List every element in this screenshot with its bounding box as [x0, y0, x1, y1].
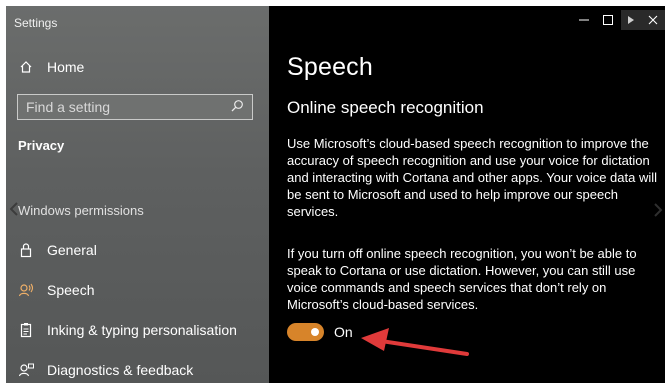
close-icon[interactable]: [641, 10, 665, 30]
category-heading: Privacy: [18, 138, 65, 153]
section-title: Online speech recognition: [287, 98, 484, 117]
speech-recognition-toggle[interactable]: [287, 323, 324, 341]
window-controls: [573, 10, 665, 30]
search-box[interactable]: Find a setting: [17, 94, 253, 120]
search-placeholder: Find a setting: [26, 99, 111, 115]
feedback-icon: [18, 362, 34, 378]
warning-paragraph: If you turn off online speech recognitio…: [287, 246, 637, 312]
home-label: Home: [47, 59, 85, 75]
scroll-right-icon[interactable]: [653, 202, 663, 218]
sidebar-item-label: General: [47, 242, 97, 258]
minimize-icon[interactable]: [573, 10, 595, 30]
search-icon[interactable]: [230, 99, 244, 116]
sidebar-item-speech[interactable]: Speech: [6, 275, 269, 305]
home-icon: [18, 59, 34, 75]
settings-window: Settings Home Find a setting Privacy Win…: [6, 6, 665, 383]
sidebar-item-inking-typing[interactable]: Inking & typing personalisation: [6, 315, 269, 345]
sidebar: Settings Home Find a setting Privacy Win…: [6, 6, 269, 383]
speech-icon: [18, 282, 34, 298]
maximize-icon[interactable]: [595, 10, 621, 30]
page-title: Speech: [287, 53, 373, 81]
lock-icon: [18, 242, 34, 258]
sidebar-item-label: Diagnostics & feedback: [47, 362, 194, 378]
sidebar-item-label: Speech: [47, 282, 95, 298]
clipboard-icon: [18, 322, 34, 338]
toggle-label: On: [334, 324, 353, 340]
play-icon[interactable]: [621, 10, 641, 30]
toggle-knob: [311, 328, 319, 336]
home-nav-item[interactable]: Home: [6, 52, 269, 82]
app-title: Settings: [14, 16, 58, 30]
description-paragraph: Use Microsoft’s cloud-based speech recog…: [287, 136, 658, 219]
sidebar-item-label: Inking & typing personalisation: [47, 322, 237, 338]
speech-recognition-toggle-row: On: [287, 323, 353, 341]
main-content: Speech Online speech recognition Use Mic…: [269, 6, 665, 383]
group-heading: Windows permissions: [18, 203, 144, 218]
sidebar-item-diagnostics-feedback[interactable]: Diagnostics & feedback: [6, 355, 269, 383]
sidebar-item-general[interactable]: General: [6, 235, 269, 265]
